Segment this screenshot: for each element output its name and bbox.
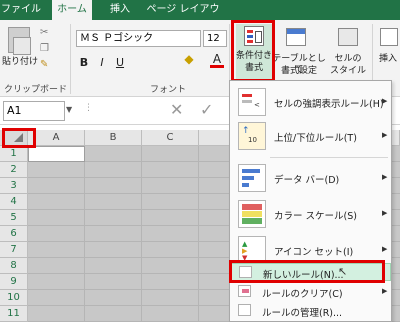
row-header[interactable]: 5 [0, 210, 28, 226]
italic-button[interactable]: I [96, 57, 108, 68]
tab-home[interactable]: ホーム [52, 0, 92, 20]
menu-item-data-bars[interactable]: データ バー(D) ▶ [230, 163, 391, 193]
submenu-arrow-icon: ▶ [382, 131, 388, 139]
submenu-arrow-icon: ▶ [382, 173, 388, 181]
active-cell-a1[interactable] [28, 146, 85, 162]
menu-item-label: 上位/下位ルール(T) [274, 133, 357, 144]
excel-window: ファイル ホーム 挿入 ページ レイアウト 貼り付け ✂ ❐ ✎ クリップボード… [0, 0, 400, 322]
cell-styles-icon[interactable] [338, 28, 358, 46]
color-scales-icon [238, 200, 266, 228]
column-header[interactable]: A [28, 130, 85, 146]
row-header[interactable]: 10 [0, 290, 28, 306]
menu-item-color-scales[interactable]: カラー スケール(S) ▶ [230, 199, 391, 229]
font-group-label: フォント [150, 85, 187, 95]
menu-separator [270, 157, 388, 158]
row-header[interactable]: 1 [0, 146, 28, 162]
menu-item-highlight-cells-rules[interactable]: < セルの強調表示ルール(H) ▶ [230, 87, 391, 117]
menu-item-label: セルの強調表示ルール(H) [274, 99, 384, 110]
submenu-arrow-icon: ▶ [382, 97, 388, 105]
row-header[interactable]: 9 [0, 274, 28, 290]
clear-rules-icon [238, 285, 251, 297]
format-as-table-label[interactable]: 書式設定 [272, 66, 326, 77]
cell-styles-label[interactable]: スタイル [328, 66, 368, 77]
menu-item-manage-rules[interactable]: ルールの管理(R)... [230, 302, 391, 319]
font-color-icon[interactable]: A [210, 53, 224, 68]
group-divider [70, 24, 71, 94]
column-header[interactable]: B [85, 130, 142, 146]
insert-cells-icon[interactable] [380, 28, 398, 46]
menu-item-label: ルールのクリア(C) [262, 289, 343, 300]
conditional-formatting-menu: < セルの強調表示ルール(H) ▶ ↑ 10 上位/下位ルール(T) ▶ データ… [229, 80, 392, 322]
highlight-select-all [2, 128, 36, 148]
row-header[interactable]: 7 [0, 242, 28, 258]
menu-item-top-bottom-rules[interactable]: ↑ 10 上位/下位ルール(T) ▶ [230, 121, 391, 151]
data-bars-icon [238, 164, 266, 192]
row-header[interactable]: 2 [0, 162, 28, 178]
tab-file[interactable]: ファイル [0, 0, 42, 20]
row-header[interactable]: 11 [0, 306, 28, 322]
top-bottom-rules-icon: ↑ 10 [238, 122, 266, 150]
name-box-dropdown-icon[interactable]: ▼ [66, 105, 72, 114]
tab-page-layout[interactable]: ページ レイアウト [143, 0, 223, 35]
paste-button-label[interactable]: 貼り付け [2, 57, 38, 68]
menu-item-label: ルールの管理(R)... [262, 308, 343, 319]
highlight-conditional-formatting [231, 20, 275, 82]
formula-bar-more-icon[interactable]: ⋮ [84, 103, 93, 113]
menu-item-clear-rules[interactable]: ルールのクリア(C) ▶ [230, 283, 391, 300]
bold-button[interactable]: B [78, 57, 90, 68]
underline-button[interactable]: U [114, 57, 126, 68]
submenu-arrow-icon: ▶ [382, 245, 388, 253]
menu-item-label: アイコン セット(I) [274, 247, 354, 258]
row-header[interactable]: 4 [0, 194, 28, 210]
clipboard-group-label: クリップボード [4, 85, 68, 95]
row-header[interactable]: 3 [0, 178, 28, 194]
highlight-new-rule [229, 260, 385, 283]
submenu-arrow-icon: ▶ [382, 287, 388, 295]
confirm-entry-icon[interactable]: ✓ [200, 100, 213, 119]
format-as-table-icon[interactable] [286, 28, 306, 46]
menu-item-label: データ バー(D) [274, 175, 340, 186]
fill-color-icon[interactable]: ◆ [182, 53, 196, 65]
highlight-cells-rules-icon: < [238, 88, 266, 116]
menu-item-label: カラー スケール(S) [274, 211, 357, 222]
manage-rules-icon [238, 304, 251, 316]
column-header[interactable]: C [142, 130, 199, 146]
name-box[interactable]: A1 [3, 101, 65, 121]
font-name-select[interactable]: ＭＳ Ｐゴシック [76, 30, 201, 47]
cut-icon[interactable]: ✂ [40, 27, 48, 38]
cancel-entry-icon[interactable]: ✕ [170, 100, 183, 119]
font-size-select[interactable]: 12 [203, 30, 227, 47]
submenu-arrow-icon: ▶ [382, 209, 388, 217]
ribbon-tab-bar: ファイル ホーム 挿入 ページ レイアウト [0, 0, 400, 35]
row-header[interactable]: 6 [0, 226, 28, 242]
copy-icon[interactable]: ❐ [40, 43, 49, 54]
row-header[interactable]: 8 [0, 258, 28, 274]
insert-cells-label[interactable]: 挿入 [376, 54, 400, 65]
format-painter-icon[interactable]: ✎ [40, 59, 48, 70]
tab-insert[interactable]: 挿入 [100, 0, 140, 20]
cell-styles-label[interactable]: セルの [328, 54, 368, 65]
paste-icon[interactable] [8, 27, 31, 55]
